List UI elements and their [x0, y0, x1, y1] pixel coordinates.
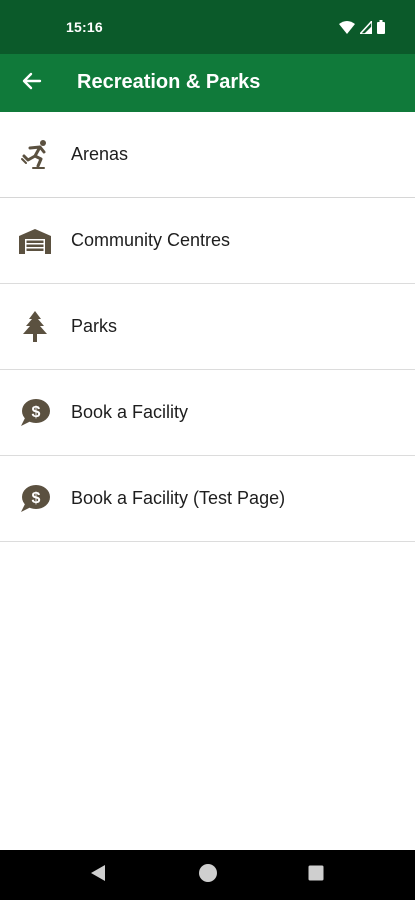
status-time: 15:16 [66, 19, 103, 35]
building-icon [18, 224, 52, 258]
back-triangle-icon [90, 864, 106, 887]
system-nav-bar [0, 850, 415, 900]
svg-text:$: $ [32, 404, 41, 421]
status-icons [339, 20, 385, 34]
cell-signal-icon [360, 20, 372, 34]
arrow-left-icon [22, 71, 42, 96]
dollar-speech-bubble-icon: $ [18, 396, 52, 430]
nav-home-button[interactable] [178, 850, 238, 900]
menu-item-label: Parks [71, 316, 118, 336]
menu-item-label: Book a Facility [71, 402, 189, 422]
tree-icon [18, 310, 52, 344]
battery-icon [377, 20, 385, 34]
menu-list: Arenas Community Centres Parks $ Book a … [0, 112, 415, 542]
app-bar: Recreation & Parks [0, 54, 415, 112]
svg-text:$: $ [32, 490, 41, 507]
dollar-speech-bubble-icon: $ [18, 482, 52, 516]
menu-item-arenas[interactable]: Arenas [0, 112, 415, 198]
status-bar: 15:16 [0, 0, 415, 54]
nav-back-button[interactable] [68, 850, 128, 900]
menu-item-label: Community Centres [71, 230, 231, 250]
menu-item-book-a-facility-test[interactable]: $ Book a Facility (Test Page) [0, 456, 415, 542]
skater-icon [18, 138, 52, 172]
back-button[interactable] [12, 63, 52, 103]
page-title: Recreation & Parks [77, 71, 261, 93]
menu-item-book-a-facility[interactable]: $ Book a Facility [0, 370, 415, 456]
menu-item-label: Arenas [71, 144, 129, 164]
menu-item-community-centres[interactable]: Community Centres [0, 198, 415, 284]
home-circle-icon [198, 863, 218, 888]
menu-item-label: Book a Facility (Test Page) [71, 488, 286, 508]
wifi-icon [339, 20, 355, 34]
menu-item-parks[interactable]: Parks [0, 284, 415, 370]
recents-square-icon [308, 865, 324, 886]
nav-recents-button[interactable] [286, 850, 346, 900]
